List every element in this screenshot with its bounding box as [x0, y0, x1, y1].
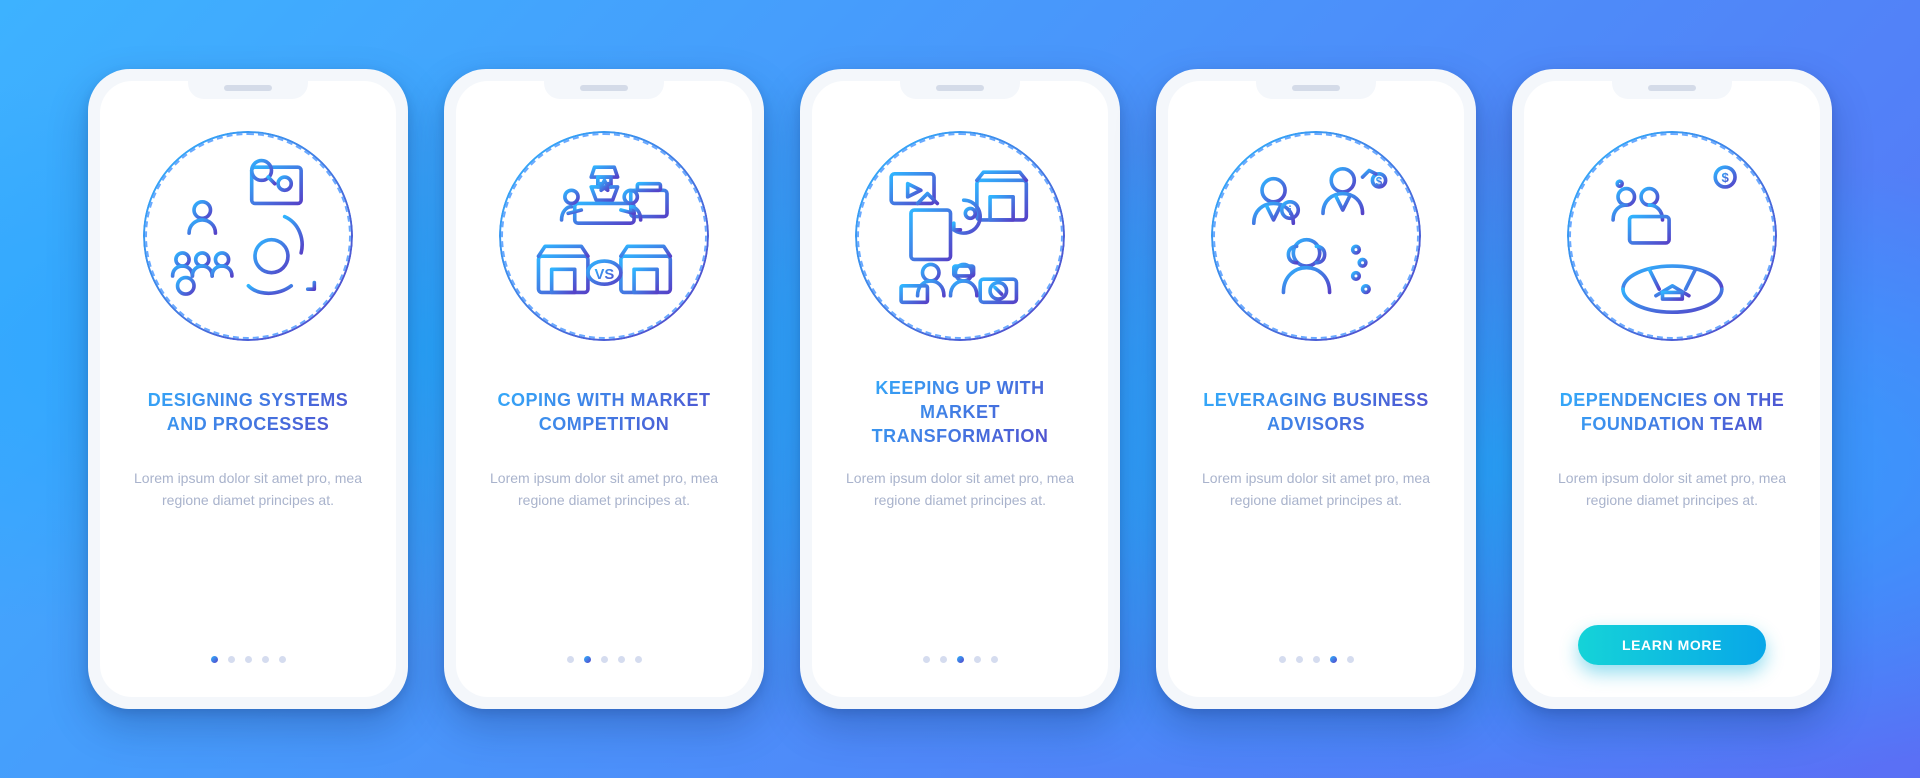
page-dot[interactable] — [635, 656, 642, 663]
onboarding-screen: VS COPING WITH MARKET COMPETITION Lorem … — [456, 81, 752, 697]
phone-mockup: KEEPING UP WITH MARKET TRANSFORMATION Lo… — [800, 69, 1120, 709]
market-competition-icon: VS — [499, 131, 709, 341]
page-dots[interactable] — [923, 656, 998, 663]
systems-processes-icon — [143, 131, 353, 341]
onboarding-title: DEPENDENCIES ON THE FOUNDATION TEAM — [1548, 375, 1796, 449]
page-dot[interactable] — [957, 656, 964, 663]
business-advisors-icon: i $ — [1211, 131, 1421, 341]
page-dot[interactable] — [618, 656, 625, 663]
page-dot[interactable] — [1313, 656, 1320, 663]
learn-more-button[interactable]: LEARN MORE — [1578, 625, 1766, 665]
onboarding-screen: i $ LEVERAGING — [1168, 81, 1464, 697]
market-transformation-icon — [855, 131, 1065, 341]
page-dot[interactable] — [584, 656, 591, 663]
phone-mockup: DESIGNING SYSTEMS AND PROCESSES Lorem ip… — [88, 69, 408, 709]
page-dots[interactable] — [567, 656, 642, 663]
phone-mockup: i $ LEVERAGING — [1156, 69, 1476, 709]
svg-text:$: $ — [1375, 176, 1382, 188]
onboarding-title: DESIGNING SYSTEMS AND PROCESSES — [124, 375, 372, 449]
page-dot[interactable] — [279, 656, 286, 663]
onboarding-description: Lorem ipsum dolor sit amet pro, mea regi… — [1548, 467, 1796, 512]
page-dot[interactable] — [923, 656, 930, 663]
page-dot[interactable] — [228, 656, 235, 663]
page-dot[interactable] — [991, 656, 998, 663]
page-dot[interactable] — [1330, 656, 1337, 663]
onboarding-description: Lorem ipsum dolor sit amet pro, mea regi… — [124, 467, 372, 512]
phone-mockup: VS COPING WITH MARKET COMPETITION Lorem … — [444, 69, 764, 709]
onboarding-screen: $ — [1524, 81, 1820, 697]
svg-text:VS: VS — [594, 267, 614, 283]
foundation-team-icon: $ — [1567, 131, 1777, 341]
page-dots[interactable] — [1279, 656, 1354, 663]
onboarding-screen: DESIGNING SYSTEMS AND PROCESSES Lorem ip… — [100, 81, 396, 697]
page-dot[interactable] — [940, 656, 947, 663]
page-dots[interactable] — [211, 656, 286, 663]
onboarding-title: COPING WITH MARKET COMPETITION — [480, 375, 728, 449]
page-dot[interactable] — [1347, 656, 1354, 663]
onboarding-row: DESIGNING SYSTEMS AND PROCESSES Lorem ip… — [88, 69, 1832, 709]
page-dot[interactable] — [245, 656, 252, 663]
onboarding-title: LEVERAGING BUSINESS ADVISORS — [1192, 375, 1440, 449]
onboarding-description: Lorem ipsum dolor sit amet pro, mea regi… — [836, 467, 1084, 512]
page-dot[interactable] — [1279, 656, 1286, 663]
svg-text:i: i — [1288, 203, 1292, 218]
page-dot[interactable] — [974, 656, 981, 663]
onboarding-description: Lorem ipsum dolor sit amet pro, mea regi… — [480, 467, 728, 512]
onboarding-description: Lorem ipsum dolor sit amet pro, mea regi… — [1192, 467, 1440, 512]
onboarding-screen: KEEPING UP WITH MARKET TRANSFORMATION Lo… — [812, 81, 1108, 697]
page-dot[interactable] — [211, 656, 218, 663]
page-dot[interactable] — [1296, 656, 1303, 663]
onboarding-title: KEEPING UP WITH MARKET TRANSFORMATION — [836, 375, 1084, 449]
page-dot[interactable] — [262, 656, 269, 663]
page-dot[interactable] — [567, 656, 574, 663]
svg-text:$: $ — [1721, 170, 1729, 185]
phone-mockup: $ — [1512, 69, 1832, 709]
page-dot[interactable] — [601, 656, 608, 663]
